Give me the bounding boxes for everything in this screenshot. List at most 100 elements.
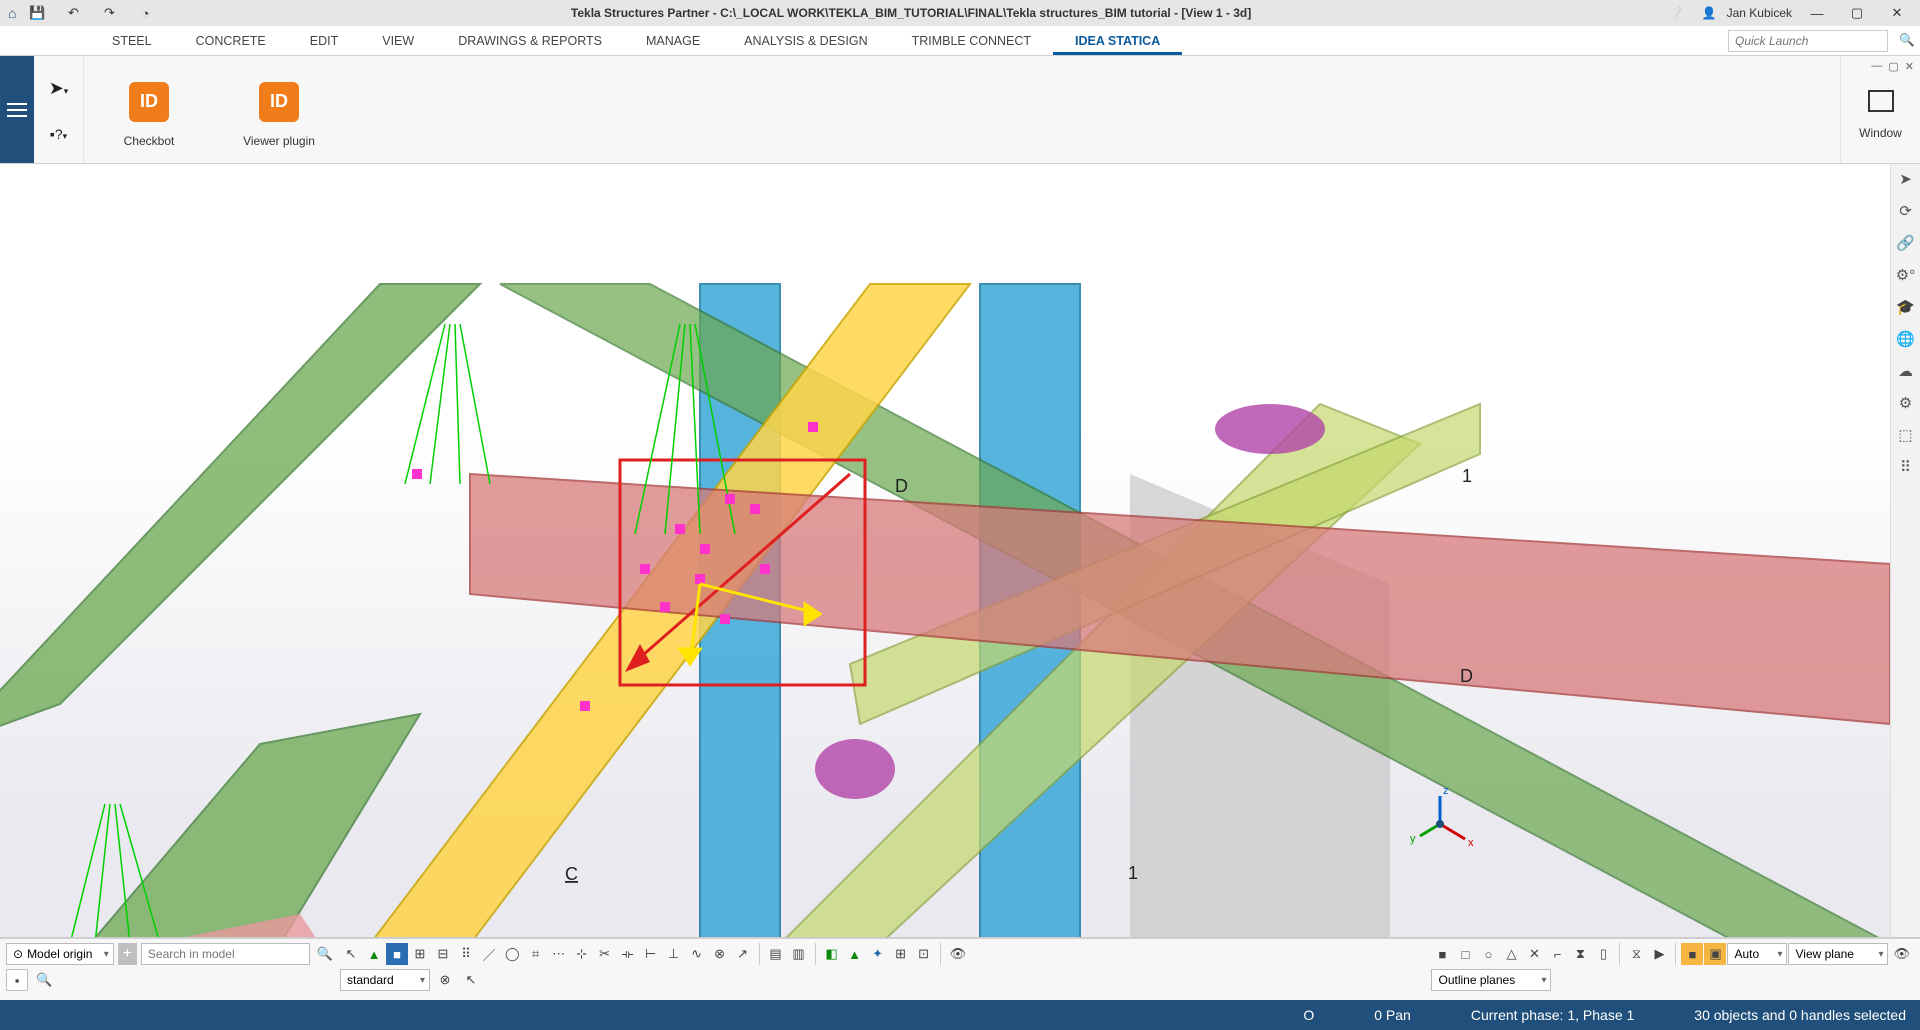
tab-edit[interactable]: EDIT [288, 26, 360, 55]
tab-steel[interactable]: STEEL [90, 26, 174, 55]
quick-launch-input[interactable] [1728, 30, 1888, 52]
add-button[interactable]: + [118, 943, 137, 965]
outline-planes-dropdown[interactable]: Outline planes [1431, 969, 1551, 991]
app-icon: ⌂ [8, 5, 16, 21]
selection-status: 30 objects and 0 handles selected [1694, 1007, 1906, 1023]
view-clip-icon[interactable]: ▯ [1592, 943, 1614, 965]
sel-face-icon[interactable]: ▲ [363, 943, 385, 965]
standard-dropdown[interactable]: standard [340, 969, 430, 991]
sel-mid-icon[interactable]: ⟛ [617, 943, 639, 965]
gear-icon[interactable]: ⚙ [1899, 394, 1912, 412]
viewport-3d[interactable]: D D 1 1 C x y z ➤ ⟳ 🔗 ⚙° 🎓 🌐 ☁ ⚙ ⬚ ⠿ [0, 164, 1920, 938]
auto-dropdown[interactable]: Auto [1727, 943, 1787, 965]
sel-arrow-icon[interactable]: ↖ [340, 943, 362, 965]
save-icon[interactable]: 💾 [22, 2, 52, 24]
help-icon[interactable]: ❔ [1662, 2, 1692, 24]
sel-comp1-icon[interactable]: ◧ [821, 943, 843, 965]
tab-manage[interactable]: MANAGE [624, 26, 722, 55]
globe-icon[interactable]: 🌐 [1896, 330, 1915, 348]
checkbot-label: Checkbot [124, 134, 175, 148]
sel-dots-icon[interactable]: ⠿ [455, 943, 477, 965]
panel-close-icon[interactable]: ✕ [1905, 60, 1914, 73]
maximize-button[interactable]: ▢ [1842, 2, 1872, 24]
sel-grid2-icon[interactable]: ⊟ [432, 943, 454, 965]
handles-icon[interactable]: ⠿ [1900, 458, 1911, 476]
view-plane-dropdown[interactable]: View plane [1788, 943, 1888, 965]
sel-ext-icon[interactable]: ↗ [732, 943, 754, 965]
tab-view[interactable]: VIEW [360, 26, 436, 55]
wireframe-icon[interactable]: ⊗ [434, 969, 456, 991]
window-icon[interactable] [1868, 90, 1894, 112]
search-go-icon[interactable]: 🔍 [314, 943, 336, 965]
close-button[interactable]: ✕ [1882, 2, 1912, 24]
search-small-icon[interactable]: 🔍 [32, 969, 56, 991]
view-fill1-icon[interactable]: ■ [1681, 943, 1703, 965]
pointer2-icon[interactable]: ↖ [460, 969, 482, 991]
history-icon[interactable]: ◔ [130, 2, 160, 24]
sel-snap1-icon[interactable]: ⊹ [571, 943, 593, 965]
view-box-icon[interactable]: □ [1454, 943, 1476, 965]
cap-icon[interactable]: 🎓 [1896, 298, 1915, 316]
cursor-icon[interactable]: ➤▾ [49, 78, 69, 99]
view-flag-icon[interactable]: ▶ [1648, 943, 1670, 965]
view-fill2-icon[interactable]: ▣ [1704, 943, 1726, 965]
sel-comp4-icon[interactable]: ⊞ [890, 943, 912, 965]
sel-comp2-icon[interactable]: ▲ [844, 943, 866, 965]
tab-concrete[interactable]: CONCRETE [174, 26, 288, 55]
svg-text:D: D [895, 476, 908, 496]
sel-hash-icon[interactable]: ⌗ [525, 943, 547, 965]
checkbot-icon: ID [129, 82, 169, 122]
search-icon[interactable]: 🔍 [1894, 26, 1920, 55]
expand-icon[interactable]: ➤ [1899, 170, 1912, 188]
redo-icon[interactable]: ↷ [94, 2, 124, 24]
selection-mode-icon[interactable]: ▪ [6, 969, 28, 991]
refresh-icon[interactable]: ⟳ [1899, 202, 1912, 220]
sel-perp-icon[interactable]: ⊥ [663, 943, 685, 965]
sel-comp5-icon[interactable]: ⊡ [913, 943, 935, 965]
model-origin-dropdown[interactable]: ⊙Model origin [6, 943, 114, 965]
user-name: Jan Kubicek [1727, 6, 1792, 20]
sel-group1-icon[interactable]: ▤ [765, 943, 787, 965]
tab-idea-statica[interactable]: IDEA STATICA [1053, 26, 1182, 55]
link-icon[interactable]: 🔗 [1896, 234, 1915, 252]
tab-analysis-design[interactable]: ANALYSIS & DESIGN [722, 26, 889, 55]
settings2-icon[interactable]: ⚙° [1896, 266, 1915, 284]
grid-icon[interactable]: ⬚ [1898, 426, 1912, 444]
panel-minimize-icon[interactable]: — [1871, 60, 1882, 73]
view-x-icon[interactable]: ✕ [1523, 943, 1545, 965]
view-hourglass-icon[interactable]: ⧗ [1569, 943, 1591, 965]
eye-icon[interactable]: 👁 [946, 943, 971, 965]
viewer-plugin-button[interactable]: ID Viewer plugin [214, 72, 344, 148]
pan-status: 0 Pan [1374, 1007, 1411, 1023]
view-solid-icon[interactable]: ■ [1431, 943, 1453, 965]
viewer-plugin-label: Viewer plugin [243, 134, 315, 148]
minimize-button[interactable]: — [1802, 2, 1832, 24]
sel-int-icon[interactable]: ⊗ [709, 943, 731, 965]
sel-cut-icon[interactable]: ✂ [594, 943, 616, 965]
sel-end-icon[interactable]: ⊢ [640, 943, 662, 965]
sel-line-icon[interactable]: ／ [478, 943, 500, 965]
view-l-icon[interactable]: ⌐ [1546, 943, 1568, 965]
sel-solid-icon[interactable]: ■ [386, 943, 408, 965]
window-label: Window [1859, 126, 1902, 140]
view-circle-icon[interactable]: ○ [1477, 943, 1499, 965]
checkbot-button[interactable]: ID Checkbot [84, 72, 214, 148]
cloud-icon[interactable]: ☁ [1898, 362, 1913, 380]
tab-trimble-connect[interactable]: TRIMBLE CONNECT [890, 26, 1053, 55]
sel-circle-icon[interactable]: ◯ [501, 943, 524, 965]
sel-dash-icon[interactable]: ⋯ [548, 943, 570, 965]
undo-icon[interactable]: ↶ [58, 2, 88, 24]
sel-near-icon[interactable]: ∿ [686, 943, 708, 965]
file-menu-button[interactable] [0, 56, 34, 163]
eye2-icon[interactable]: 👁 [1889, 943, 1914, 965]
view-tri-icon[interactable]: △ [1500, 943, 1522, 965]
search-model-input[interactable] [141, 943, 310, 965]
tab-drawings-reports[interactable]: DRAWINGS & REPORTS [436, 26, 624, 55]
help-cursor-icon[interactable]: ▪?▾ [50, 126, 67, 142]
sel-comp3-icon[interactable]: ✦ [867, 943, 889, 965]
sel-group2-icon[interactable]: ▥ [788, 943, 810, 965]
sel-grid1-icon[interactable]: ⊞ [409, 943, 431, 965]
view-hg2-icon[interactable]: ⧖ [1625, 943, 1647, 965]
coord-indicator: O [1303, 1007, 1314, 1023]
panel-restore-icon[interactable]: ▢ [1888, 60, 1898, 73]
